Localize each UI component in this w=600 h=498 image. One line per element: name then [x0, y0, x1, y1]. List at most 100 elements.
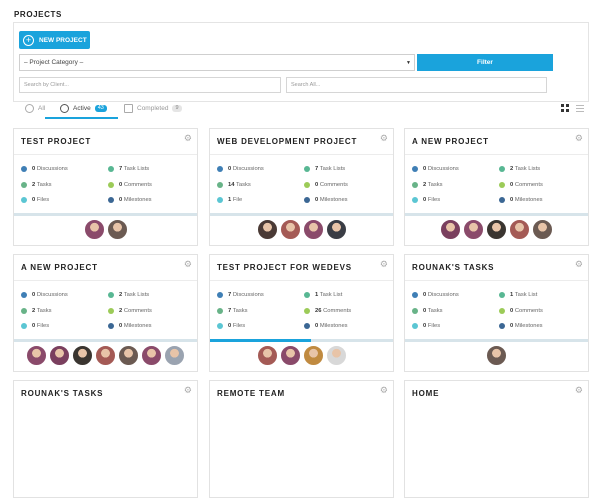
- files-dot-icon: [21, 197, 27, 203]
- avatar[interactable]: [325, 345, 347, 366]
- stat-label: Milestones: [319, 323, 348, 329]
- stat-label: Comments: [319, 182, 348, 188]
- project-card[interactable]: REMOTE TEAM ⚙: [209, 380, 394, 498]
- avatar[interactable]: [95, 345, 116, 366]
- grid-view-icon[interactable]: [561, 104, 569, 112]
- project-title[interactable]: ROUNAK'S TASKS: [21, 389, 103, 398]
- avatar[interactable]: [83, 219, 105, 240]
- project-card[interactable]: A NEW PROJECT ⚙ 0 Discussions 2 Task Lists 2…: [13, 254, 198, 372]
- avatar[interactable]: [302, 345, 324, 366]
- stat-label: Files: [36, 197, 50, 203]
- member-avatars: [405, 345, 588, 367]
- caret-down-icon: ▼: [406, 60, 411, 66]
- stat-discussions: 7 Discussions: [217, 292, 264, 298]
- stat-comments: 0 Comments: [499, 308, 543, 314]
- stat-value: 7: [119, 166, 123, 172]
- search-all-input[interactable]: Search All...: [286, 77, 547, 93]
- stat-comments: 0 Comments: [304, 182, 348, 188]
- tasks-dot-icon: [412, 182, 418, 188]
- gear-icon[interactable]: ⚙: [575, 259, 583, 270]
- avatar[interactable]: [164, 345, 185, 366]
- stat-comments: 0 Comments: [499, 182, 543, 188]
- avatar[interactable]: [72, 345, 93, 366]
- stat-discussions: 0 Discussions: [21, 292, 68, 298]
- filter-button[interactable]: Filter: [417, 54, 553, 71]
- avatar[interactable]: [486, 219, 507, 240]
- divider: [14, 280, 197, 281]
- stat-value: 2: [119, 292, 123, 298]
- avatar[interactable]: [509, 219, 530, 240]
- project-card[interactable]: ROUNAK'S TASKS ⚙: [13, 380, 198, 498]
- tasks-dot-icon: [21, 308, 27, 314]
- divider: [210, 280, 393, 281]
- stat-label: Task Lists: [319, 166, 346, 172]
- stat-label: Files: [36, 323, 50, 329]
- avatar[interactable]: [302, 219, 324, 240]
- stat-label: Task Lists: [514, 166, 541, 172]
- stat-value: 2: [510, 166, 514, 172]
- task_lists-dot-icon: [499, 166, 505, 172]
- project-category-select[interactable]: – Project Category – ▼: [19, 54, 415, 71]
- discussions-dot-icon: [412, 166, 418, 172]
- avatar[interactable]: [279, 219, 301, 240]
- milestones-dot-icon: [304, 323, 310, 329]
- progress-fill: [210, 339, 311, 342]
- avatar[interactable]: [440, 219, 461, 240]
- progress-bar: [405, 339, 588, 342]
- project-title[interactable]: ROUNAK'S TASKS: [412, 263, 494, 272]
- project-card[interactable]: A NEW PROJECT ⚙ 0 Discussions 2 Task Lists 2…: [404, 128, 589, 246]
- project-card[interactable]: ROUNAK'S TASKS ⚙ 0 Discussions 1 Task List 0…: [404, 254, 589, 372]
- gear-icon[interactable]: ⚙: [575, 133, 583, 144]
- avatar[interactable]: [279, 345, 301, 366]
- avatar[interactable]: [463, 219, 484, 240]
- project-title[interactable]: TEST PROJECT: [21, 137, 91, 146]
- gear-icon[interactable]: ⚙: [380, 133, 388, 144]
- gear-icon[interactable]: ⚙: [184, 259, 192, 270]
- tab-completed-label: Completed: [137, 104, 169, 112]
- tab-all[interactable]: All: [25, 98, 45, 118]
- project-title[interactable]: TEST PROJECT FOR WEDEVS: [217, 263, 352, 272]
- project-card[interactable]: TEST PROJECT ⚙ 0 Discussions 7 Task Lists 2 …: [13, 128, 198, 246]
- gear-icon[interactable]: ⚙: [380, 385, 388, 396]
- avatar[interactable]: [256, 219, 278, 240]
- page-title: PROJECTS: [14, 10, 62, 19]
- avatar[interactable]: [486, 345, 507, 366]
- avatar[interactable]: [325, 219, 347, 240]
- stat-comments: 2 Comments: [108, 308, 152, 314]
- stat-label: Discussions: [232, 292, 264, 298]
- avatar[interactable]: [118, 345, 139, 366]
- discussions-dot-icon: [412, 292, 418, 298]
- member-avatars: [210, 219, 393, 241]
- project-card[interactable]: WEB DEVELOPMENT PROJECT ⚙ 0 Discussions 7 T…: [209, 128, 394, 246]
- stat-label: Tasks: [427, 308, 443, 314]
- project-card[interactable]: HOME ⚙: [404, 380, 589, 498]
- project-title[interactable]: A NEW PROJECT: [412, 137, 489, 146]
- avatar[interactable]: [532, 219, 553, 240]
- stat-value: 0: [32, 292, 36, 298]
- stat-label: Comments: [323, 308, 352, 314]
- avatar[interactable]: [141, 345, 162, 366]
- gear-icon[interactable]: ⚙: [575, 385, 583, 396]
- stat-value: 0: [510, 182, 514, 188]
- gear-icon[interactable]: ⚙: [184, 385, 192, 396]
- new-project-button[interactable]: + NEW PROJECT: [19, 31, 90, 49]
- avatar[interactable]: [26, 345, 47, 366]
- avatar[interactable]: [106, 219, 128, 240]
- tasks-dot-icon: [217, 308, 223, 314]
- tab-active[interactable]: Active 43: [60, 98, 107, 118]
- project-title[interactable]: HOME: [412, 389, 439, 398]
- project-title[interactable]: REMOTE TEAM: [217, 389, 285, 398]
- list-view-icon[interactable]: [576, 104, 584, 112]
- project-card[interactable]: TEST PROJECT FOR WEDEVS ⚙ 7 Discussions 1 T…: [209, 254, 394, 372]
- project-title[interactable]: A NEW PROJECT: [21, 263, 98, 272]
- avatar[interactable]: [256, 345, 278, 366]
- stat-value: 0: [32, 166, 36, 172]
- divider: [405, 154, 588, 155]
- project-title[interactable]: WEB DEVELOPMENT PROJECT: [217, 137, 357, 146]
- files-dot-icon: [217, 323, 223, 329]
- search-client-input[interactable]: Search by Client...: [19, 77, 281, 93]
- gear-icon[interactable]: ⚙: [380, 259, 388, 270]
- tab-completed[interactable]: Completed 9: [124, 98, 182, 118]
- avatar[interactable]: [49, 345, 70, 366]
- gear-icon[interactable]: ⚙: [184, 133, 192, 144]
